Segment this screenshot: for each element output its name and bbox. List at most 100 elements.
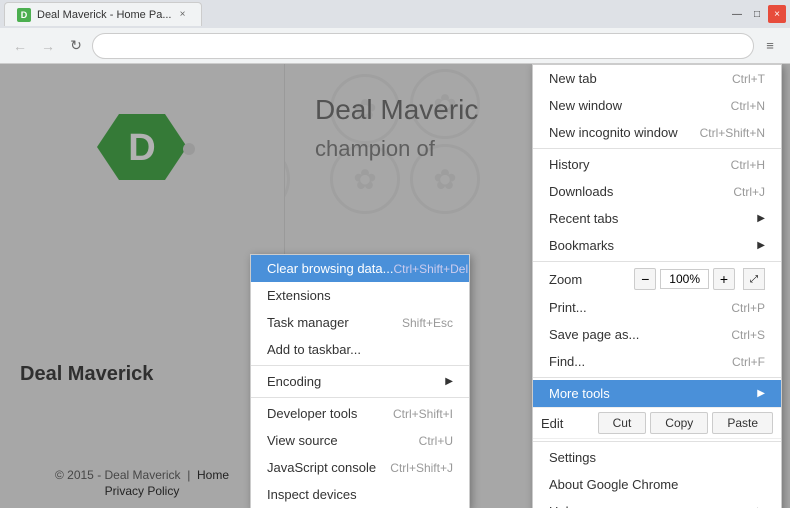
- more-tools-label: More tools: [549, 386, 610, 401]
- zoom-plus-button[interactable]: +: [713, 268, 735, 290]
- history-label: History: [549, 157, 589, 172]
- menu-item-history[interactable]: History Ctrl+H: [533, 151, 781, 178]
- tab-bar: D Deal Maverick - Home Pa... ×: [4, 2, 720, 26]
- submenu-item-extensions[interactable]: Extensions: [251, 282, 469, 309]
- zoom-fullscreen-button[interactable]: ⤢: [743, 268, 765, 290]
- about-label: About Google Chrome: [549, 477, 678, 492]
- submenu-item-inspect-devices[interactable]: Inspect devices: [251, 481, 469, 508]
- menu-item-bookmarks[interactable]: Bookmarks ▶: [533, 232, 781, 259]
- forward-button[interactable]: →: [36, 34, 60, 58]
- menu-separator-1: [533, 148, 781, 149]
- print-label: Print...: [549, 300, 587, 315]
- encoding-label: Encoding: [267, 374, 321, 389]
- chrome-dropdown-menu: New tab Ctrl+T New window Ctrl+N New inc…: [532, 64, 782, 508]
- clear-browsing-label: Clear browsing data...: [267, 261, 393, 276]
- menu-item-new-tab[interactable]: New tab Ctrl+T: [533, 65, 781, 92]
- menu-separator-4: [533, 441, 781, 442]
- find-label: Find...: [549, 354, 585, 369]
- downloads-shortcut: Ctrl+J: [733, 185, 765, 199]
- task-manager-shortcut: Shift+Esc: [402, 316, 453, 330]
- new-window-shortcut: Ctrl+N: [731, 99, 765, 113]
- menu-item-new-incognito[interactable]: New incognito window Ctrl+Shift+N: [533, 119, 781, 146]
- submenu-item-js-console[interactable]: JavaScript console Ctrl+Shift+J: [251, 454, 469, 481]
- menu-item-help[interactable]: Help ▶: [533, 498, 781, 508]
- save-page-shortcut: Ctrl+S: [731, 328, 765, 342]
- bookmarks-label: Bookmarks: [549, 238, 614, 253]
- zoom-control: − 100% + ⤢: [634, 268, 765, 290]
- paste-button[interactable]: Paste: [712, 412, 773, 434]
- zoom-value: 100%: [660, 269, 709, 289]
- chrome-menu-button[interactable]: ≡: [758, 34, 782, 58]
- tab-close-button[interactable]: ×: [175, 8, 189, 22]
- minimize-button[interactable]: —: [728, 5, 746, 23]
- recent-tabs-arrow: ▶: [757, 213, 765, 224]
- reload-button[interactable]: ↻: [64, 34, 88, 58]
- submenu-item-task-manager[interactable]: Task manager Shift+Esc: [251, 309, 469, 336]
- submenu-item-add-taskbar[interactable]: Add to taskbar...: [251, 336, 469, 363]
- recent-tabs-label: Recent tabs: [549, 211, 618, 226]
- menu-item-more-tools[interactable]: More tools ▶: [533, 380, 781, 407]
- back-button[interactable]: ←: [8, 34, 32, 58]
- js-console-shortcut: Ctrl+Shift+J: [390, 461, 453, 475]
- more-tools-submenu: Clear browsing data... Ctrl+Shift+Del Ex…: [250, 254, 470, 508]
- downloads-label: Downloads: [549, 184, 613, 199]
- history-shortcut: Ctrl+H: [731, 158, 765, 172]
- developer-tools-shortcut: Ctrl+Shift+I: [393, 407, 453, 421]
- address-bar[interactable]: [92, 33, 754, 59]
- add-taskbar-label: Add to taskbar...: [267, 342, 361, 357]
- copy-button[interactable]: Copy: [650, 412, 708, 434]
- edit-label: Edit: [541, 416, 594, 431]
- submenu-item-view-source[interactable]: View source Ctrl+U: [251, 427, 469, 454]
- menu-item-find[interactable]: Find... Ctrl+F: [533, 348, 781, 375]
- task-manager-label: Task manager: [267, 315, 349, 330]
- settings-label: Settings: [549, 450, 596, 465]
- tab-favicon: D: [17, 8, 31, 22]
- bookmarks-arrow: ▶: [757, 240, 765, 251]
- submenu-separator-2: [251, 397, 469, 398]
- menu-item-about[interactable]: About Google Chrome: [533, 471, 781, 498]
- zoom-minus-button[interactable]: −: [634, 268, 656, 290]
- submenu-separator-1: [251, 365, 469, 366]
- help-label: Help: [549, 504, 576, 508]
- new-incognito-label: New incognito window: [549, 125, 678, 140]
- more-tools-arrow: ▶: [757, 388, 765, 399]
- new-incognito-shortcut: Ctrl+Shift+N: [700, 126, 765, 140]
- menu-item-downloads[interactable]: Downloads Ctrl+J: [533, 178, 781, 205]
- inspect-devices-label: Inspect devices: [267, 487, 357, 502]
- print-shortcut: Ctrl+P: [731, 301, 765, 315]
- menu-item-recent-tabs[interactable]: Recent tabs ▶: [533, 205, 781, 232]
- zoom-row: Zoom − 100% + ⤢: [533, 264, 781, 294]
- new-window-label: New window: [549, 98, 622, 113]
- save-page-label: Save page as...: [549, 327, 639, 342]
- submenu-item-encoding[interactable]: Encoding ▶: [251, 368, 469, 395]
- browser-frame: D Deal Maverick - Home Pa... × — □ × ← →…: [0, 0, 790, 508]
- menu-item-save-page[interactable]: Save page as... Ctrl+S: [533, 321, 781, 348]
- new-tab-shortcut: Ctrl+T: [732, 72, 765, 86]
- edit-row: Edit Cut Copy Paste: [533, 407, 781, 439]
- developer-tools-label: Developer tools: [267, 406, 357, 421]
- js-console-label: JavaScript console: [267, 460, 376, 475]
- maximize-button[interactable]: □: [748, 5, 766, 23]
- find-shortcut: Ctrl+F: [732, 355, 765, 369]
- cut-button[interactable]: Cut: [598, 412, 647, 434]
- browser-tab[interactable]: D Deal Maverick - Home Pa... ×: [4, 2, 202, 26]
- menu-item-print[interactable]: Print... Ctrl+P: [533, 294, 781, 321]
- submenu-item-developer-tools[interactable]: Developer tools Ctrl+Shift+I: [251, 400, 469, 427]
- zoom-label: Zoom: [549, 272, 634, 287]
- menu-item-new-window[interactable]: New window Ctrl+N: [533, 92, 781, 119]
- close-window-button[interactable]: ×: [768, 5, 786, 23]
- view-source-label: View source: [267, 433, 338, 448]
- new-tab-label: New tab: [549, 71, 597, 86]
- encoding-arrow: ▶: [445, 376, 453, 387]
- clear-browsing-shortcut: Ctrl+Shift+Del: [393, 262, 468, 276]
- submenu-item-clear-browsing[interactable]: Clear browsing data... Ctrl+Shift+Del: [251, 255, 469, 282]
- menu-separator-3: [533, 377, 781, 378]
- page-content: ✿ ✿ ✿ ✿ ✿ ✿ ✿ ✿ ✿ ✿ ✿ ✿ ✿ ✿ ✿ ✿: [0, 64, 790, 508]
- menu-item-settings[interactable]: Settings: [533, 444, 781, 471]
- title-bar: D Deal Maverick - Home Pa... × — □ ×: [0, 0, 790, 28]
- extensions-label: Extensions: [267, 288, 331, 303]
- nav-bar: ← → ↻ ≡: [0, 28, 790, 64]
- view-source-shortcut: Ctrl+U: [419, 434, 453, 448]
- window-controls: — □ ×: [728, 5, 786, 23]
- tab-title: Deal Maverick - Home Pa...: [37, 9, 171, 21]
